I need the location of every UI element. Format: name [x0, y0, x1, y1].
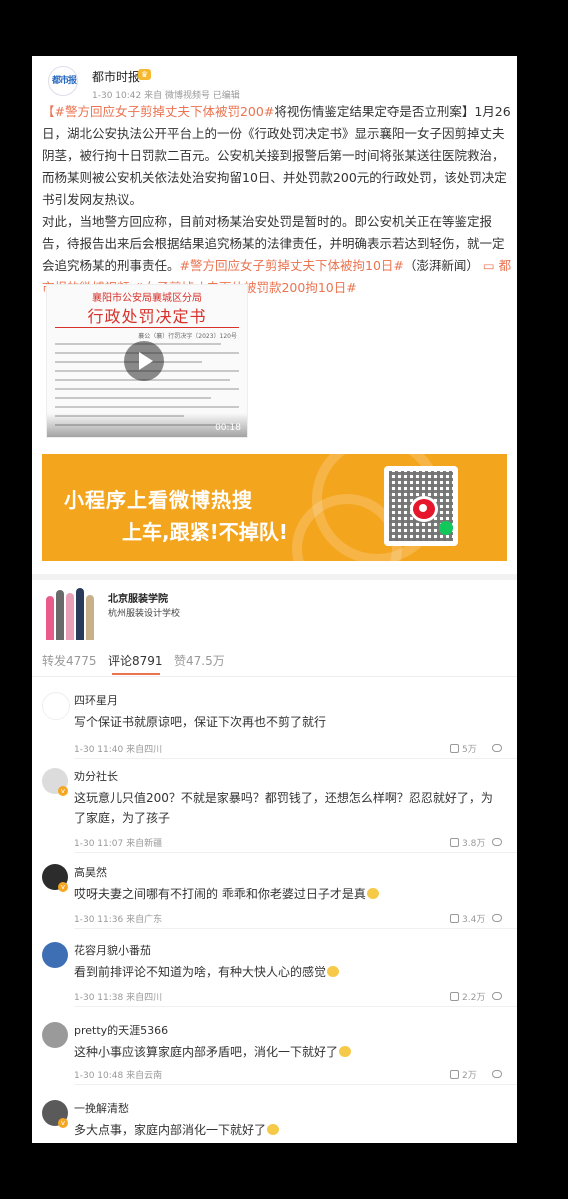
post-card: 都市报 都市时报 ♛ 1-30 10:42 来自 微博视频号 已编辑 【#警方回… — [32, 56, 517, 574]
comment-icon[interactable] — [492, 1070, 502, 1078]
weibo-page: 都市报 都市时报 ♛ 1-30 10:42 来自 微博视频号 已编辑 【#警方回… — [32, 56, 517, 1143]
like-button[interactable]: 3.4万 — [450, 912, 485, 925]
comment-text-content: 看到前排评论不知道为啥，有种大快人心的感觉 — [74, 965, 327, 979]
like-button[interactable]: 3.8万 — [450, 836, 485, 849]
thumb-up-icon — [450, 838, 459, 847]
qr-code — [384, 466, 458, 546]
emoji-icon — [267, 1124, 280, 1135]
divider — [74, 1084, 517, 1085]
comment-icon[interactable] — [492, 992, 502, 1000]
banner-line-1: 小程序上看微博热搜 — [64, 488, 253, 512]
comment-text: 哎呀夫妻之间哪有不打闹的 乖乖和你老婆过日子才是真 — [74, 884, 504, 904]
video-duration: 00:18 — [215, 423, 241, 433]
doc-title: 行政处罚决定书 — [87, 307, 207, 326]
ad-subtitle: 杭州服装设计学校 — [108, 609, 181, 619]
ad-image[interactable] — [44, 586, 100, 640]
divider — [74, 1006, 517, 1007]
thumb-up-icon — [450, 914, 459, 923]
comment-text: 多大点事，家庭内部消化一下就好了 — [74, 1120, 504, 1140]
video-thumbnail[interactable]: 襄阳市公安局襄城区分局 行政处罚决定书 襄公（襄）行罚决字〔2023〕120号 … — [46, 284, 248, 438]
tab-repost[interactable]: 转发4775 — [42, 652, 97, 669]
thumb-up-icon — [450, 1070, 459, 1079]
emoji-icon — [327, 966, 340, 977]
comments-card: 北京服装学院 杭州服装设计学校 转发4775 评论8791 赞47.5万 四环星… — [32, 580, 517, 1143]
doc-rule — [55, 327, 239, 328]
comment-text-content: 这种小事应该算家庭内部矛盾吧，消化一下就好了 — [74, 1045, 339, 1059]
doc-header: 襄阳市公安局襄城区分局 — [92, 293, 202, 304]
comment-text: 这玩意儿只值200？不就是家暴吗？都罚钱了，还想怎么样啊？忍忍就好了，为了家庭，… — [74, 791, 493, 825]
divider — [32, 676, 517, 677]
tab-indicator — [112, 673, 160, 675]
hot-search-banner[interactable]: 小程序上看微博热搜 上车,跟紧!不掉队! — [42, 454, 507, 561]
emoji-icon — [339, 1046, 352, 1057]
banner-line-2: 上车,跟紧!不掉队! — [122, 520, 288, 544]
comment-meta: 1-30 11:36 来自广东 — [74, 915, 163, 925]
comment-meta: 1-30 11:38 来自四川 — [74, 993, 163, 1003]
comment-author[interactable]: 高昊然 — [74, 864, 107, 880]
like-button[interactable]: 5万 — [450, 742, 477, 755]
like-button[interactable]: 2.2万 — [450, 990, 485, 1003]
comment-author[interactable]: 一挽解清愁 — [74, 1100, 129, 1116]
emoji-icon — [366, 888, 379, 899]
comment-text: 这种小事应该算家庭内部矛盾吧，消化一下就好了 — [74, 1042, 504, 1062]
doc-number: 襄公（襄）行罚决字〔2023〕120号 — [138, 333, 237, 340]
like-count: 2.2万 — [462, 993, 486, 1003]
comment-author[interactable]: pretty的天涯5366 — [74, 1022, 168, 1038]
like-count: 5万 — [462, 745, 477, 755]
post-text: 【#警方回应女子剪掉丈夫下体被罚200#将视伤情鉴定结果定夺是否立刑案】1月26… — [42, 101, 512, 299]
post-paragraph-1: 将视伤情鉴定结果定夺是否立刑案】1月26日，湖北公安执法公开平台上的一份《行政处… — [42, 104, 511, 207]
divider — [74, 758, 517, 759]
comment-text: 写个保证书就原谅吧，保证下次再也不剪了就行 — [74, 715, 327, 729]
comment-author[interactable]: 花容月貌小番茄 — [74, 942, 151, 958]
comment-text: 看到前排评论不知道为啥，有种大快人心的感觉 — [74, 962, 504, 982]
comment-meta: 1-30 11:07 来自新疆 — [74, 839, 163, 849]
ad-title[interactable]: 北京服装学院 — [108, 590, 168, 605]
comment-author[interactable]: 四环星月 — [74, 692, 118, 708]
comment-icon[interactable] — [492, 838, 502, 846]
like-count: 3.4万 — [462, 915, 486, 925]
comment-text-content: 多大点事，家庭内部消化一下就好了 — [74, 1123, 267, 1137]
like-count: 3.8万 — [462, 839, 486, 849]
verified-badge-icon: v — [58, 1118, 68, 1128]
avatar[interactable] — [42, 692, 70, 720]
author-name[interactable]: 都市时报 — [92, 68, 140, 85]
tab-comments[interactable]: 评论8791 — [108, 652, 163, 669]
source-text: （澎湃新闻） — [403, 258, 479, 273]
post-meta: 1-30 10:42 来自 微博视频号 已编辑 — [92, 91, 240, 101]
video-link-icon[interactable]: ▭ — [479, 258, 499, 273]
avatar[interactable] — [42, 942, 68, 968]
verified-badge-icon: v — [58, 786, 68, 796]
comment-icon[interactable] — [492, 744, 502, 752]
comment-author[interactable]: 劝分社长 — [74, 768, 118, 784]
hashtag-link[interactable]: 【#警方回应女子剪掉丈夫下体被罚200# — [42, 104, 274, 119]
comment-text-content: 哎呀夫妻之间哪有不打闹的 乖乖和你老婆过日子才是真 — [74, 887, 366, 901]
thumb-up-icon — [450, 744, 459, 753]
divider — [74, 852, 517, 853]
miniprogram-icon — [439, 521, 453, 535]
author-avatar[interactable]: 都市报 — [48, 66, 78, 96]
crown-icon: ♛ — [138, 69, 151, 80]
weibo-logo-icon — [410, 496, 438, 522]
verified-badge-icon: v — [58, 882, 68, 892]
comment-meta: 1-30 11:40 来自四川 — [74, 745, 163, 755]
hashtag-link[interactable]: #警方回应女子剪掉丈夫下体被拘10日# — [180, 258, 404, 273]
like-button[interactable]: 2万 — [450, 1068, 477, 1081]
play-icon[interactable] — [124, 341, 164, 381]
divider — [74, 928, 517, 929]
avatar-logo-text: 都市报 — [52, 76, 77, 86]
comment-meta: 1-30 10:48 来自云南 — [74, 1071, 163, 1081]
tab-likes[interactable]: 赞47.5万 — [174, 652, 225, 669]
comment-icon[interactable] — [492, 914, 502, 922]
thumb-up-icon — [450, 992, 459, 1001]
like-count: 2万 — [462, 1071, 477, 1081]
avatar[interactable] — [42, 1022, 68, 1048]
